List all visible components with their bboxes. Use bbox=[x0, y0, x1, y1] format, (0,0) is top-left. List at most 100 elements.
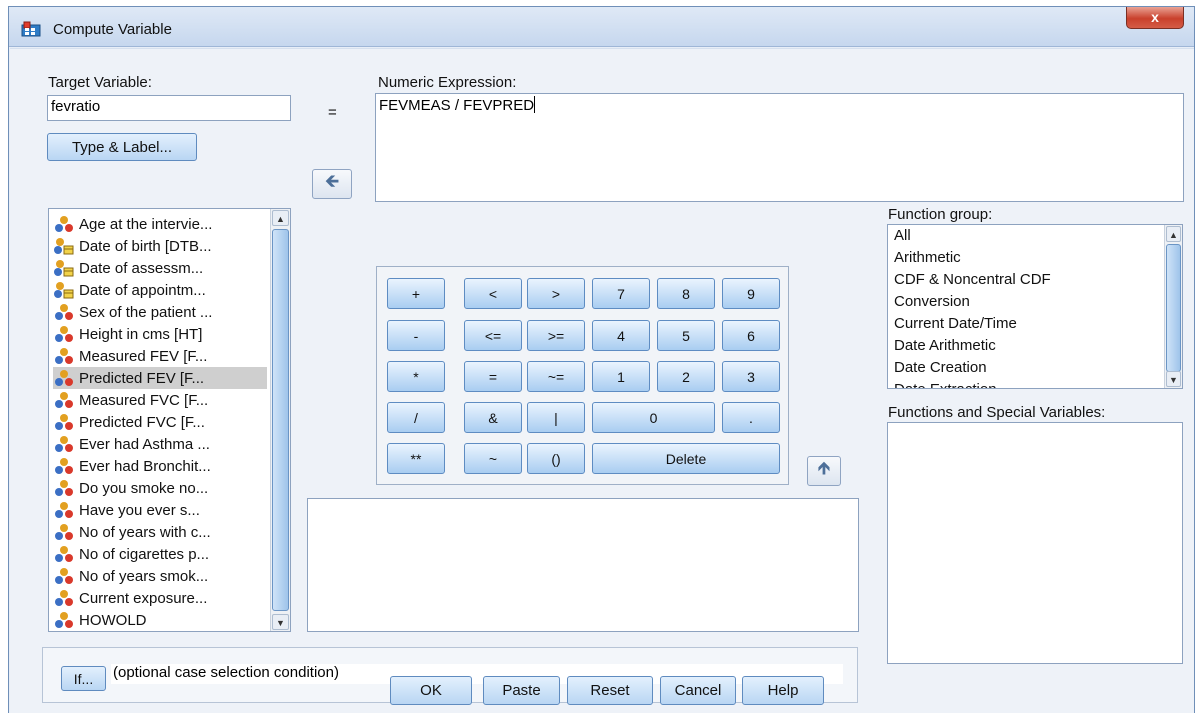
key-decimal[interactable]: . bbox=[722, 402, 780, 433]
scroll-down-icon[interactable]: ▼ bbox=[272, 614, 289, 630]
spss-calculator-icon bbox=[21, 21, 41, 37]
key-or[interactable]: | bbox=[527, 402, 585, 433]
scale-variable-icon bbox=[55, 502, 73, 518]
numeric-expression-input[interactable]: FEVMEAS / FEVPRED bbox=[375, 93, 1184, 202]
scale-variable-icon bbox=[55, 392, 73, 408]
key-multiply[interactable]: * bbox=[387, 361, 445, 392]
help-button[interactable]: Help bbox=[742, 676, 824, 705]
type-label-button[interactable]: Type & Label... bbox=[47, 133, 197, 161]
variable-item[interactable]: Measured FEV [F... bbox=[53, 345, 267, 367]
variable-item[interactable]: Do you smoke no... bbox=[53, 477, 267, 499]
function-group-item[interactable]: All bbox=[894, 227, 911, 244]
scale-variable-icon bbox=[55, 524, 73, 540]
variable-label: Date of birth [DTB... bbox=[79, 237, 212, 255]
key-delete[interactable]: Delete bbox=[592, 443, 780, 474]
key-0[interactable]: 0 bbox=[592, 402, 715, 433]
function-group-item[interactable]: Date Extraction bbox=[894, 381, 997, 388]
key-plus[interactable]: + bbox=[387, 278, 445, 309]
if-button[interactable]: If... bbox=[61, 666, 106, 691]
key-minus[interactable]: - bbox=[387, 320, 445, 351]
variable-label: Have you ever s... bbox=[79, 501, 200, 519]
variable-label: Height in cms [HT] bbox=[79, 325, 203, 343]
key-less-equal[interactable]: <= bbox=[464, 320, 522, 351]
scroll-up-icon[interactable]: ▲ bbox=[272, 210, 289, 226]
variable-item[interactable]: No of years smok... bbox=[53, 565, 267, 587]
scale-variable-icon bbox=[55, 436, 73, 452]
key-5[interactable]: 5 bbox=[657, 320, 715, 351]
scale-variable-icon bbox=[55, 612, 73, 628]
variable-item[interactable]: No of cigarettes p... bbox=[53, 543, 267, 565]
key-7[interactable]: 7 bbox=[592, 278, 650, 309]
variable-item[interactable]: Age at the intervie... bbox=[53, 213, 267, 235]
scale-variable-icon bbox=[55, 480, 73, 496]
target-variable-input[interactable]: fevratio bbox=[47, 95, 291, 121]
function-group-list[interactable]: All Arithmetic CDF & Noncentral CDF Convers… bbox=[887, 224, 1183, 389]
functions-special-variables-list[interactable] bbox=[887, 422, 1183, 664]
scroll-down-icon[interactable]: ▼ bbox=[1166, 371, 1181, 387]
function-group-scrollbar[interactable]: ▲ ▼ bbox=[1164, 225, 1182, 388]
variable-label: Predicted FVC [F... bbox=[79, 413, 205, 431]
up-arrow-icon: 🡹 bbox=[817, 458, 831, 478]
key-power[interactable]: ** bbox=[387, 443, 445, 474]
key-equal[interactable]: = bbox=[464, 361, 522, 392]
variable-label: No of cigarettes p... bbox=[79, 545, 210, 563]
key-2[interactable]: 2 bbox=[657, 361, 715, 392]
paste-button[interactable]: Paste bbox=[483, 676, 560, 705]
variable-item[interactable]: Date of appointm... bbox=[53, 279, 267, 301]
variable-item[interactable]: Measured FVC [F... bbox=[53, 389, 267, 411]
function-group-item[interactable]: Date Creation bbox=[894, 359, 987, 376]
variable-item[interactable]: Have you ever s... bbox=[53, 499, 267, 521]
function-group-item[interactable]: Date Arithmetic bbox=[894, 337, 996, 354]
function-group-item[interactable]: CDF & Noncentral CDF bbox=[894, 271, 1051, 288]
variable-item[interactable]: No of years with c... bbox=[53, 521, 267, 543]
equals-sign: = bbox=[328, 104, 337, 121]
function-group-item[interactable]: Conversion bbox=[894, 293, 970, 310]
variable-item[interactable]: HOWOLD bbox=[53, 609, 267, 631]
variable-item[interactable]: Date of birth [DTB... bbox=[53, 235, 267, 257]
key-parentheses[interactable]: () bbox=[527, 443, 585, 474]
move-up-button[interactable]: 🡹 bbox=[807, 456, 841, 486]
key-not-equal[interactable]: ~= bbox=[527, 361, 585, 392]
key-9[interactable]: 9 bbox=[722, 278, 780, 309]
functions-special-variables-label: Functions and Special Variables: bbox=[888, 404, 1106, 421]
function-group-label: Function group: bbox=[888, 206, 993, 223]
variable-list[interactable]: Age at the intervie... Date of birth [DTB… bbox=[48, 208, 291, 632]
key-not[interactable]: ~ bbox=[464, 443, 522, 474]
key-and[interactable]: & bbox=[464, 402, 522, 433]
scroll-up-icon[interactable]: ▲ bbox=[1166, 226, 1181, 242]
close-button[interactable]: x bbox=[1126, 7, 1184, 29]
scale-variable-icon bbox=[55, 304, 73, 320]
key-1[interactable]: 1 bbox=[592, 361, 650, 392]
scale-variable-icon bbox=[55, 458, 73, 474]
variable-list-scrollbar[interactable]: ▲ ▼ bbox=[270, 209, 290, 631]
dialog-body: Target Variable: fevratio = Type & Label… bbox=[10, 48, 1194, 713]
key-greater-than[interactable]: > bbox=[527, 278, 585, 309]
variable-item[interactable]: Sex of the patient ... bbox=[53, 301, 267, 323]
function-group-item[interactable]: Arithmetic bbox=[894, 249, 961, 266]
scale-variable-icon bbox=[55, 546, 73, 562]
key-3[interactable]: 3 bbox=[722, 361, 780, 392]
key-6[interactable]: 6 bbox=[722, 320, 780, 351]
function-group-item[interactable]: Current Date/Time bbox=[894, 315, 1017, 332]
key-less-than[interactable]: < bbox=[464, 278, 522, 309]
variable-item[interactable]: Predicted FEV [F... bbox=[53, 367, 267, 389]
key-4[interactable]: 4 bbox=[592, 320, 650, 351]
scrollbar-thumb[interactable] bbox=[1166, 244, 1181, 372]
cancel-button[interactable]: Cancel bbox=[660, 676, 736, 705]
key-divide[interactable]: / bbox=[387, 402, 445, 433]
key-greater-equal[interactable]: >= bbox=[527, 320, 585, 351]
variable-label: Ever had Asthma ... bbox=[79, 435, 210, 453]
key-8[interactable]: 8 bbox=[657, 278, 715, 309]
ok-button[interactable]: OK bbox=[390, 676, 472, 705]
variable-item[interactable]: Predicted FVC [F... bbox=[53, 411, 267, 433]
variable-item[interactable]: Current exposure... bbox=[53, 587, 267, 609]
variable-item[interactable]: Date of assessm... bbox=[53, 257, 267, 279]
move-to-expression-button[interactable]: 🡸 bbox=[312, 169, 352, 199]
variable-item[interactable]: Ever had Asthma ... bbox=[53, 433, 267, 455]
variable-item[interactable]: Ever had Bronchit... bbox=[53, 455, 267, 477]
function-description-box bbox=[307, 498, 859, 632]
reset-button[interactable]: Reset bbox=[567, 676, 653, 705]
variable-label: HOWOLD bbox=[79, 611, 147, 629]
scrollbar-thumb[interactable] bbox=[272, 229, 289, 611]
variable-item[interactable]: Height in cms [HT] bbox=[53, 323, 267, 345]
